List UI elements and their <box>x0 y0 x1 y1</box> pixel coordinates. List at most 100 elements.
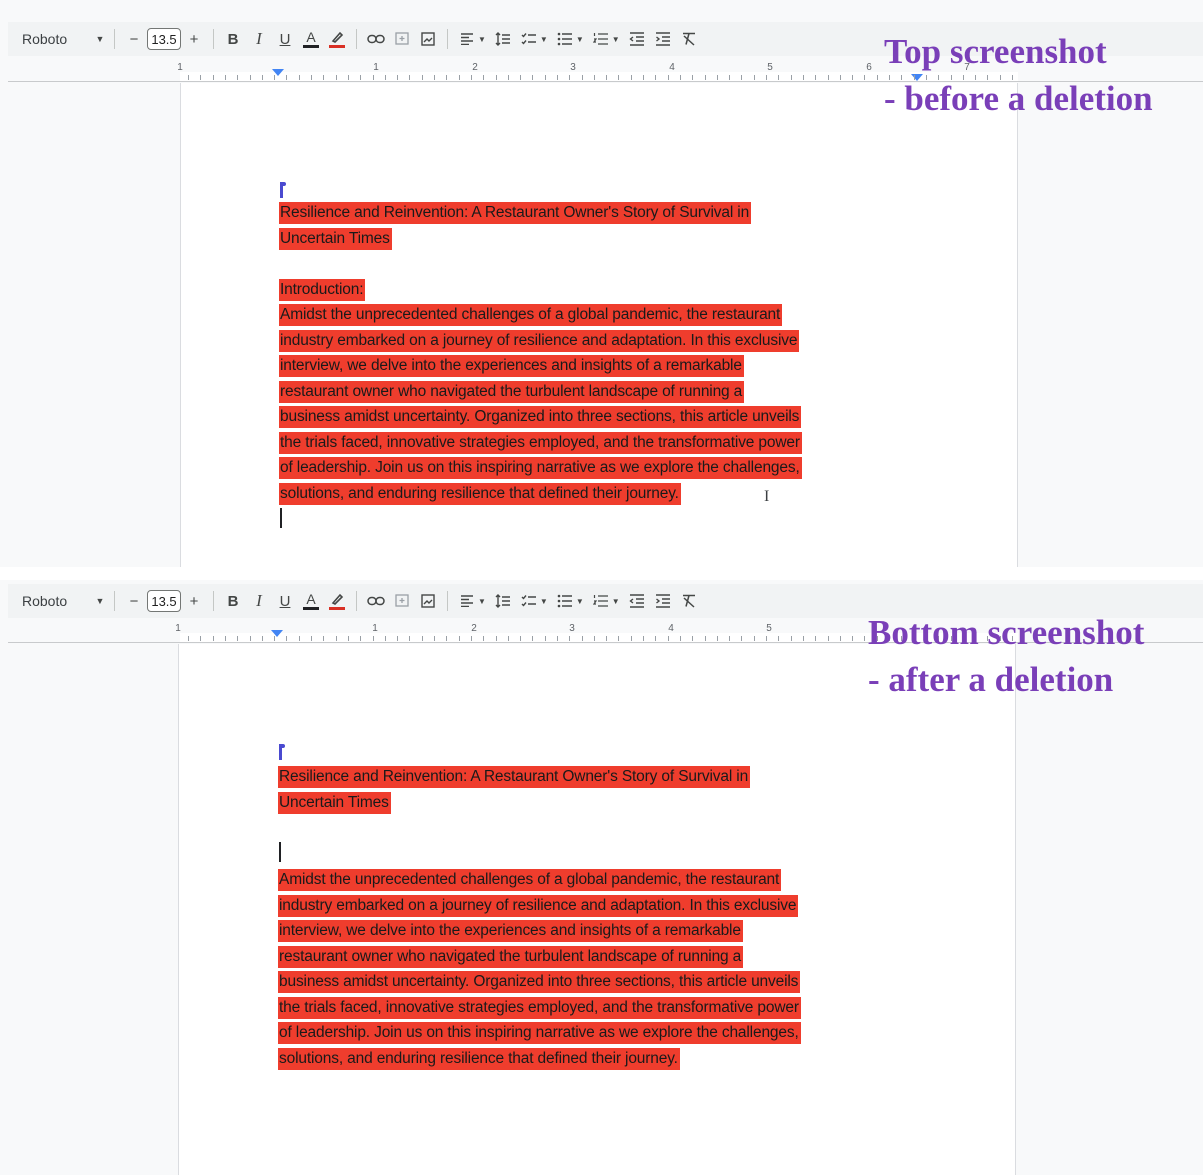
decrease-font-size-button[interactable]: − <box>123 587 145 615</box>
paragraph-line: business amidst uncertainty. Organized i… <box>278 971 801 993</box>
ruler-tick <box>594 75 595 80</box>
increase-indent-button[interactable] <box>652 25 674 53</box>
clear-formatting-button[interactable] <box>678 587 700 615</box>
ruler-tick <box>852 75 853 80</box>
toolbar-divider <box>213 29 214 49</box>
italic-button[interactable]: I <box>248 587 270 615</box>
ruler-tick <box>594 636 595 641</box>
bulleted-list-button[interactable] <box>554 587 576 615</box>
align-left-icon <box>461 595 473 607</box>
title-line: Resilience and Reinvention: A Restaurant… <box>278 766 751 788</box>
ruler-tick <box>618 636 619 641</box>
decrease-indent-button[interactable] <box>626 587 648 615</box>
italic-button[interactable]: I <box>248 25 270 53</box>
ruler-tick <box>422 75 423 80</box>
add-comment-button[interactable] <box>391 25 413 53</box>
ruler-tick <box>545 75 546 80</box>
font-family-dropdown[interactable]: Roboto <box>22 25 92 53</box>
link-icon <box>367 34 385 44</box>
text-color-button[interactable]: A <box>300 587 322 615</box>
align-caret-icon[interactable]: ▼ <box>478 35 486 44</box>
font-family-dropdown[interactable]: Roboto <box>22 587 92 615</box>
ruler-tick <box>446 75 447 80</box>
checklist-caret-icon[interactable]: ▼ <box>540 597 548 606</box>
ruler-number: 2 <box>472 62 478 73</box>
align-button[interactable] <box>456 587 478 615</box>
document-paragraph[interactable]: Amidst the unprecedented challenges of a… <box>278 867 801 1071</box>
paragraph-line: interview, we delve into the experiences… <box>279 355 744 377</box>
ruler-tick <box>274 636 275 641</box>
ruler-tick <box>557 75 558 80</box>
ruler-tick <box>274 75 275 80</box>
heading-line: Introduction: <box>279 279 366 301</box>
increase-indent-button[interactable] <box>652 587 674 615</box>
numbered-list-button[interactable] <box>590 25 612 53</box>
clear-formatting-icon <box>682 32 695 46</box>
ruler-tick <box>582 636 583 641</box>
document-heading[interactable]: Introduction: <box>279 277 366 303</box>
insert-image-button[interactable] <box>417 587 439 615</box>
highlight-color-button[interactable] <box>326 587 348 615</box>
decrease-font-size-button[interactable]: − <box>123 25 145 53</box>
increase-font-size-button[interactable]: + <box>183 25 205 53</box>
checklist-button[interactable] <box>518 25 540 53</box>
paragraph-line: interview, we delve into the experiences… <box>278 920 743 942</box>
numbered-list-caret-icon[interactable]: ▼ <box>612 35 620 44</box>
ruler-tick <box>225 75 226 80</box>
ruler-tick <box>791 75 792 80</box>
ruler-number: 1 <box>372 623 378 634</box>
text-color-swatch <box>303 44 319 48</box>
checklist-button[interactable] <box>518 587 540 615</box>
paragraph-line: solutions, and enduring resilience that … <box>279 482 681 505</box>
insert-link-button[interactable] <box>365 25 387 53</box>
document-page[interactable]: Resilience and Reinvention: A Restaurant… <box>180 83 1018 567</box>
ruler-number: 5 <box>767 62 773 73</box>
font-caret-icon[interactable]: ▼ <box>92 587 108 615</box>
align-button[interactable] <box>456 25 478 53</box>
document-page[interactable]: Resilience and Reinvention: A Restaurant… <box>178 644 1016 1175</box>
text-color-button[interactable]: A <box>300 25 322 53</box>
numbered-list-button[interactable] <box>590 587 612 615</box>
ruler-tick <box>446 636 447 641</box>
highlight-color-button[interactable] <box>326 25 348 53</box>
numbered-list-caret-icon[interactable]: ▼ <box>612 597 620 606</box>
document-title[interactable]: Resilience and Reinvention: A Restaurant… <box>279 200 752 251</box>
clear-formatting-button[interactable] <box>678 25 700 53</box>
checklist-caret-icon[interactable]: ▼ <box>540 35 548 44</box>
line-spacing-button[interactable] <box>492 587 514 615</box>
font-size-input[interactable]: 13.5 <box>147 590 181 612</box>
ruler-number: 4 <box>668 623 674 634</box>
text-caret <box>279 842 281 862</box>
document-title[interactable]: Resilience and Reinvention: A Restaurant… <box>278 764 751 815</box>
decrease-indent-button[interactable] <box>626 25 648 53</box>
ruler-tick <box>237 636 238 641</box>
underline-button[interactable]: U <box>274 25 296 53</box>
ruler-tick <box>606 636 607 641</box>
bulleted-list-caret-icon[interactable]: ▼ <box>576 597 584 606</box>
ruler-tick <box>323 636 324 641</box>
ruler-tick <box>741 636 742 641</box>
title-line: Uncertain Times <box>278 791 391 814</box>
bulleted-list-button[interactable] <box>554 25 576 53</box>
ruler-number: 2 <box>471 623 477 634</box>
insert-link-button[interactable] <box>365 587 387 615</box>
bold-button[interactable]: B <box>222 587 244 615</box>
ruler-tick <box>680 636 681 641</box>
ruler-tick <box>668 75 669 80</box>
font-caret-icon[interactable]: ▼ <box>92 25 108 53</box>
ruler-tick <box>434 636 435 641</box>
align-caret-icon[interactable]: ▼ <box>478 597 486 606</box>
bold-button[interactable]: B <box>222 25 244 53</box>
line-spacing-button[interactable] <box>492 25 514 53</box>
bulleted-list-caret-icon[interactable]: ▼ <box>576 35 584 44</box>
comment-icon <box>395 32 409 45</box>
insert-image-button[interactable] <box>417 25 439 53</box>
first-line-indent-marker[interactable] <box>271 630 283 637</box>
underline-button[interactable]: U <box>274 587 296 615</box>
add-comment-button[interactable] <box>391 587 413 615</box>
font-size-input[interactable]: 13.5 <box>147 28 181 50</box>
ruler-number: 3 <box>570 62 576 73</box>
increase-font-size-button[interactable]: + <box>183 587 205 615</box>
document-paragraph[interactable]: Amidst the unprecedented challenges of a… <box>279 302 802 506</box>
paragraph-line: of leadership. Join us on this inspiring… <box>278 1022 801 1044</box>
